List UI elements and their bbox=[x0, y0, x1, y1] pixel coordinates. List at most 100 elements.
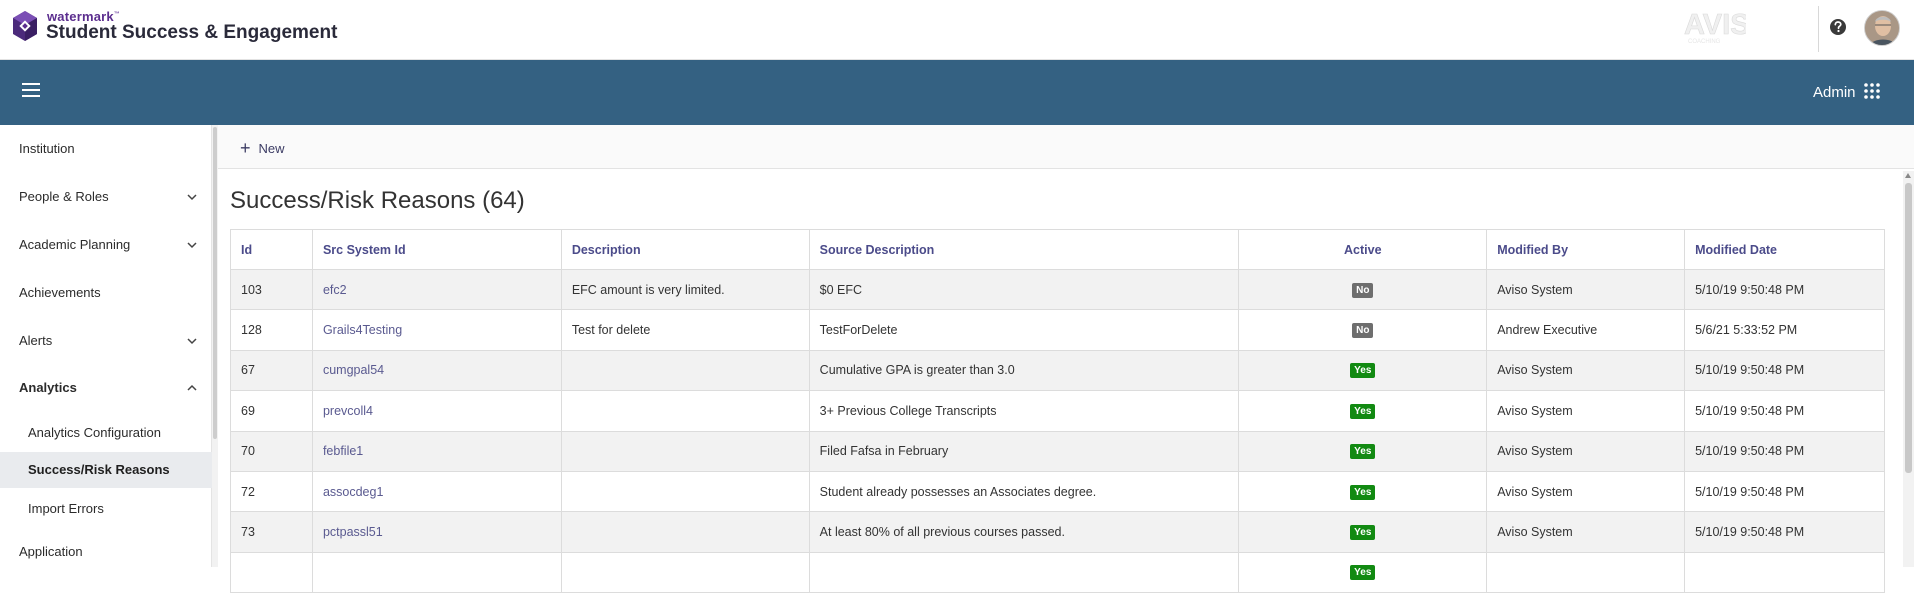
top-header: watermark™ Student Success & Engagement … bbox=[0, 0, 1914, 60]
cell-modified-by: Aviso System bbox=[1486, 511, 1686, 553]
cell-source-description bbox=[808, 551, 1240, 593]
cell-modified-date: 5/10/19 9:50:48 PM bbox=[1684, 430, 1885, 472]
status-badge: Yes bbox=[1350, 363, 1376, 379]
cell-modified-by: Aviso System bbox=[1486, 430, 1686, 472]
cell-src-system-id-link[interactable]: febfile1 bbox=[311, 430, 562, 472]
watermark-logo-icon[interactable] bbox=[10, 10, 40, 42]
cell-description bbox=[560, 511, 810, 553]
svg-text:AVISO: AVISO bbox=[1684, 9, 1746, 41]
sidebar-item-academic-planning[interactable]: Academic Planning bbox=[0, 225, 212, 265]
help-icon[interactable] bbox=[1828, 17, 1848, 37]
cell-modified-date: 5/10/19 9:50:48 PM bbox=[1684, 470, 1885, 513]
cell-source-description: TestForDelete bbox=[808, 309, 1240, 351]
new-button-label: New bbox=[258, 140, 285, 156]
toolbar: + New bbox=[218, 125, 1914, 169]
table-row[interactable]: 128 Grails4Testing Test for delete TestForD… bbox=[230, 309, 1885, 351]
cell-description: Test for delete bbox=[560, 309, 810, 351]
chevron-down-icon bbox=[187, 194, 197, 201]
sidebar-item-label: Alerts bbox=[19, 333, 53, 348]
admin-menu-label[interactable]: Admin bbox=[1813, 84, 1856, 101]
table-row[interactable]: 103 efc2 EFC amount is very limited. $0 EFC… bbox=[230, 268, 1885, 311]
sidebar-item-label: Achievements bbox=[19, 285, 101, 300]
cell-id: 70 bbox=[230, 430, 313, 472]
column-header-modified-date[interactable]: Modified Date bbox=[1684, 229, 1885, 270]
sidebar-item-institution[interactable]: Institution bbox=[0, 129, 212, 169]
sidebar-nav: Institution People & Roles Academic Plan… bbox=[0, 125, 212, 567]
sidebar-item-analytics-configuration[interactable]: Analytics Configuration bbox=[0, 415, 212, 451]
cell-active: No bbox=[1238, 268, 1488, 311]
cell-src-system-id-link[interactable] bbox=[311, 551, 562, 593]
plus-icon: + bbox=[240, 138, 251, 158]
cell-id: 103 bbox=[230, 268, 313, 311]
sidebar-item-import-errors[interactable]: Import Errors bbox=[0, 491, 212, 527]
brand-title: Student Success & Engagement bbox=[46, 22, 338, 43]
sidebar-scrollbar-thumb[interactable] bbox=[213, 127, 217, 439]
column-header-id[interactable]: Id bbox=[230, 229, 313, 270]
cell-modified-date: 5/10/19 9:50:48 PM bbox=[1684, 511, 1885, 553]
column-header-active[interactable]: Active bbox=[1238, 229, 1488, 270]
table-row[interactable]: 67 cumgpal54 Cumulative GPA is greater tha… bbox=[230, 349, 1885, 392]
cell-description bbox=[560, 551, 810, 593]
new-button[interactable]: + New bbox=[240, 138, 285, 158]
status-badge: Yes bbox=[1350, 403, 1376, 419]
sidebar-item-label: Academic Planning bbox=[19, 237, 131, 252]
sidebar-item-people-roles[interactable]: People & Roles bbox=[0, 177, 212, 217]
cell-src-system-id-link[interactable]: Grails4Testing bbox=[311, 309, 562, 351]
header-divider bbox=[1818, 6, 1819, 52]
sidebar-item-analytics[interactable]: Analytics bbox=[0, 368, 212, 408]
sidebar-item-success-risk-reasons[interactable]: Success/Risk Reasons bbox=[0, 452, 212, 488]
cell-src-system-id-link[interactable]: cumgpal54 bbox=[311, 349, 562, 392]
table-row[interactable]: 72 assocdeg1 Student already possesses an … bbox=[230, 470, 1885, 513]
table-header-row: Id Src System Id Description Source Desc… bbox=[230, 229, 1885, 270]
cell-source-description: Student already possesses an Associates … bbox=[808, 470, 1240, 513]
cell-src-system-id-link[interactable]: efc2 bbox=[311, 268, 562, 311]
cell-modified-by: Aviso System bbox=[1486, 470, 1686, 513]
cell-source-description: $0 EFC bbox=[808, 268, 1240, 311]
cell-active: Yes bbox=[1238, 349, 1488, 392]
sidebar-item-application[interactable]: Application bbox=[0, 532, 212, 572]
sidebar-item-achievements[interactable]: Achievements bbox=[0, 273, 212, 313]
cell-id: 128 bbox=[230, 309, 313, 351]
cell-active: No bbox=[1238, 309, 1488, 351]
cell-src-system-id-link[interactable]: pctpassl51 bbox=[311, 511, 562, 553]
cell-modified-by: Andrew Executive bbox=[1486, 309, 1686, 351]
chevron-up-icon bbox=[187, 384, 197, 391]
app-navbar: Admin bbox=[0, 60, 1914, 125]
cell-src-system-id-link[interactable]: assocdeg1 bbox=[311, 470, 562, 513]
cell-modified-by: Aviso System bbox=[1486, 268, 1686, 311]
sidebar-item-label: Institution bbox=[19, 141, 75, 156]
cell-src-system-id-link[interactable]: prevcoll4 bbox=[311, 390, 562, 432]
cell-source-description: Cumulative GPA is greater than 3.0 bbox=[808, 349, 1240, 392]
cell-id: 72 bbox=[230, 470, 313, 513]
sidebar-item-label: People & Roles bbox=[19, 189, 109, 204]
column-header-modified-by[interactable]: Modified By bbox=[1486, 229, 1686, 270]
table-row[interactable]: 73 pctpassl51 At least 80% of all previous… bbox=[230, 511, 1885, 553]
cell-modified-date: 5/10/19 9:50:48 PM bbox=[1684, 268, 1885, 311]
table-row[interactable]: 69 prevcoll4 3+ Previous College Transcrip… bbox=[230, 390, 1885, 432]
sidebar-item-label: Import Errors bbox=[28, 501, 104, 516]
cell-description bbox=[560, 390, 810, 432]
hamburger-menu-icon[interactable] bbox=[22, 83, 40, 99]
table-row[interactable]: 70 febfile1 Filed Fafsa in February Yes Avis… bbox=[230, 430, 1885, 472]
status-badge: Yes bbox=[1350, 525, 1376, 541]
cell-source-description: 3+ Previous College Transcripts bbox=[808, 390, 1240, 432]
column-header-source-description[interactable]: Source Description bbox=[808, 229, 1240, 270]
sidebar-item-alerts[interactable]: Alerts bbox=[0, 321, 212, 361]
column-header-description[interactable]: Description bbox=[560, 229, 810, 270]
chevron-down-icon bbox=[187, 338, 197, 345]
table-row[interactable]: Yes bbox=[230, 551, 1885, 593]
cell-description: EFC amount is very limited. bbox=[560, 268, 810, 311]
sidebar-item-label: Analytics Configuration bbox=[28, 425, 161, 440]
scroll-up-arrow-icon[interactable] bbox=[1905, 173, 1911, 178]
user-avatar[interactable] bbox=[1864, 10, 1900, 46]
cell-source-description: Filed Fafsa in February bbox=[808, 430, 1240, 472]
page-title: Success/Risk Reasons (64) bbox=[230, 187, 525, 214]
column-header-src-system-id[interactable]: Src System Id bbox=[311, 229, 562, 270]
apps-grid-icon[interactable] bbox=[1863, 82, 1881, 100]
reasons-table: Id Src System Id Description Source Desc… bbox=[230, 229, 1885, 593]
cell-modified-by bbox=[1486, 551, 1686, 593]
chevron-down-icon bbox=[187, 242, 197, 249]
cell-modified-by: Aviso System bbox=[1486, 390, 1686, 432]
main-scrollbar[interactable] bbox=[1903, 171, 1914, 567]
main-scrollbar-thumb[interactable] bbox=[1905, 183, 1912, 473]
